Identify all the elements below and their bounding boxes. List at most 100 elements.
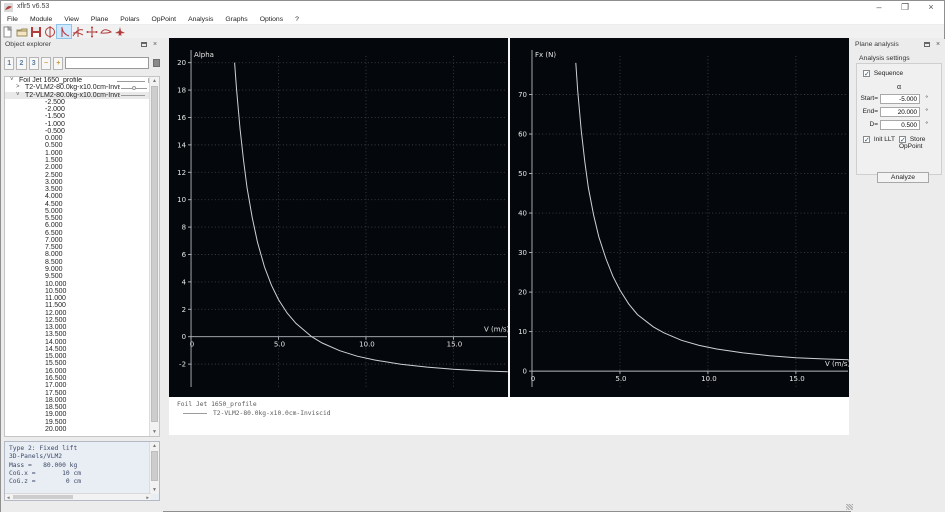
tree-oppoint[interactable]: 11.500 (5, 302, 159, 309)
menu-item-module[interactable]: Module (24, 14, 58, 25)
close-panel-icon[interactable]: × (934, 41, 942, 49)
tree-oppoint[interactable]: 2.500 (5, 172, 159, 179)
tree-oppoint[interactable]: 4.000 (5, 193, 159, 200)
menu-item-help[interactable]: ? (289, 14, 305, 25)
delta-input[interactable] (880, 120, 920, 130)
view-level-1-button[interactable]: 1 (4, 56, 15, 70)
tree-oppoint[interactable]: -2.500 (5, 99, 159, 106)
tree-oppoint[interactable]: -0.500 (5, 128, 159, 135)
tree-oppoint[interactable]: 11.000 (5, 295, 159, 302)
analyze-button[interactable]: Analyze (877, 172, 929, 183)
menu-item-analysis[interactable]: Analysis (182, 14, 219, 25)
tree-item-plane[interactable]: ˅ Foil Jet 1650_profile (5, 77, 159, 84)
tree-oppoint[interactable]: 5.000 (5, 208, 159, 215)
expand-button[interactable]: + (53, 56, 64, 70)
tree-oppoint[interactable]: 17.000 (5, 382, 159, 389)
expander-icon[interactable]: ˅ (16, 92, 20, 99)
maximize-button[interactable]: ❐ (892, 1, 918, 14)
new-file-icon[interactable] (1, 25, 15, 38)
collapse-button[interactable]: − (40, 56, 52, 70)
tree-oppoint[interactable]: 12.500 (5, 317, 159, 324)
fx-vs-v-chart[interactable]: 70 60 50 40 30 20 10 0 0 5.0 10.0 15.0 Fx (N) V (m/s) (510, 38, 849, 397)
tree-oppoint[interactable]: 3.500 (5, 186, 159, 193)
tree-oppoint[interactable]: 10.000 (5, 281, 159, 288)
view-level-2-button[interactable]: 2 (16, 56, 27, 70)
menu-item-options[interactable]: Options (254, 14, 289, 25)
filter-input[interactable] (65, 57, 150, 69)
tree-oppoint[interactable]: 9.500 (5, 273, 159, 280)
tree-oppoint[interactable]: 0.500 (5, 142, 159, 149)
init-llt-checkbox[interactable] (863, 136, 870, 144)
properties-vscrollbar[interactable]: ▲ ▼ (149, 442, 159, 494)
tree-oppoint[interactable]: 6.000 (5, 222, 159, 229)
menu-item-plane[interactable]: Plane (85, 14, 114, 25)
menu-item-oppoint[interactable]: OpPoint (146, 14, 183, 25)
filter-options-button[interactable] (153, 59, 161, 67)
menu-item-view[interactable]: View (58, 14, 85, 25)
tree-oppoint[interactable]: -1.000 (5, 121, 159, 128)
tree-oppoint[interactable]: 5.500 (5, 215, 159, 222)
expander-icon[interactable]: ˅ (10, 77, 14, 84)
menu-item-file[interactable]: File (1, 14, 24, 25)
tree-oppoint[interactable]: 10.500 (5, 288, 159, 295)
tree-oppoint[interactable]: 18.000 (5, 397, 159, 404)
foil-design-icon[interactable] (43, 25, 57, 38)
tree-oppoint[interactable]: 3.000 (5, 179, 159, 186)
y-tick-label: 40 (518, 210, 527, 218)
tree-oppoint[interactable]: -1.500 (5, 113, 159, 120)
float-panel-icon[interactable] (924, 42, 930, 47)
tree-oppoint[interactable]: 7.000 (5, 237, 159, 244)
properties-hscrollbar[interactable]: ◄ ► (5, 493, 151, 500)
tree-oppoint[interactable]: 14.500 (5, 346, 159, 353)
direct-analysis-icon[interactable] (56, 24, 72, 39)
plane-icon[interactable] (113, 25, 127, 38)
data-curve (234, 62, 508, 373)
tree-item-polar[interactable]: ˃ T2-VLM2-80.0kg-x10.0cm-Inviscid (5, 84, 159, 91)
tree-oppoint[interactable]: 1.000 (5, 150, 159, 157)
tree-oppoint[interactable]: 9.000 (5, 266, 159, 273)
end-input[interactable] (880, 107, 920, 117)
tree-oppoint[interactable]: 13.500 (5, 331, 159, 338)
tree-oppoint[interactable]: 7.500 (5, 244, 159, 251)
resize-grip[interactable] (846, 504, 853, 510)
tree-oppoint[interactable]: 19.500 (5, 419, 159, 426)
minimize-button[interactable]: – (866, 1, 892, 14)
expander-icon[interactable]: ˃ (16, 84, 20, 91)
tree-scrollbar[interactable]: ▲ ▼ (149, 77, 159, 436)
sequence-checkbox[interactable] (863, 70, 870, 78)
foil-shape-icon[interactable] (99, 25, 113, 38)
tree-oppoint[interactable]: 8.500 (5, 259, 159, 266)
tree-oppoint[interactable]: 15.500 (5, 360, 159, 367)
tree-oppoint[interactable]: 13.000 (5, 324, 159, 331)
close-button[interactable]: × (918, 1, 944, 14)
tree-item-polar[interactable]: ˅T2-VLM2-80.0kg-x10.0cm-Inviscid✕ (5, 91, 159, 99)
tree-oppoint[interactable]: 1.500 (5, 157, 159, 164)
start-input[interactable] (880, 94, 920, 104)
open-folder-icon[interactable] (15, 25, 29, 38)
tree-oppoint[interactable]: 6.500 (5, 230, 159, 237)
tree-oppoint[interactable]: 14.000 (5, 339, 159, 346)
tree-oppoint[interactable]: 2.000 (5, 164, 159, 171)
store-oppoint-checkbox[interactable] (899, 136, 906, 144)
menu-item-polars[interactable]: Polars (114, 14, 145, 25)
tree-oppoint[interactable]: -2.000 (5, 106, 159, 113)
tree-oppoint[interactable]: 16.000 (5, 368, 159, 375)
tree-oppoint[interactable]: 15.000 (5, 353, 159, 360)
menu-item-graphs[interactable]: Graphs (219, 14, 253, 25)
polar-lines-icon[interactable] (71, 25, 85, 38)
float-panel-icon[interactable] (141, 42, 147, 47)
inverse-design-icon[interactable] (85, 25, 99, 38)
tree-oppoint[interactable]: 17.500 (5, 390, 159, 397)
tree-oppoint[interactable]: 19.000 (5, 411, 159, 418)
tree-oppoint[interactable]: 16.500 (5, 375, 159, 382)
tree-oppoint[interactable]: 12.000 (5, 310, 159, 317)
save-icon[interactable] (29, 25, 43, 38)
tree-oppoint[interactable]: 0.000 (5, 135, 159, 142)
tree-oppoint[interactable]: 18.500 (5, 404, 159, 411)
tree-oppoint[interactable]: 20.000 (5, 426, 159, 433)
tree-oppoint[interactable]: 8.000 (5, 251, 159, 258)
alpha-vs-v-chart[interactable]: 20 18 16 14 12 10 8 6 4 2 0 -2 0 5.0 10.0 15.0 Alpha V (m… (169, 38, 508, 397)
view-level-3-button[interactable]: 3 (28, 56, 39, 70)
tree-oppoint[interactable]: 4.500 (5, 201, 159, 208)
close-panel-icon[interactable]: × (151, 41, 159, 49)
